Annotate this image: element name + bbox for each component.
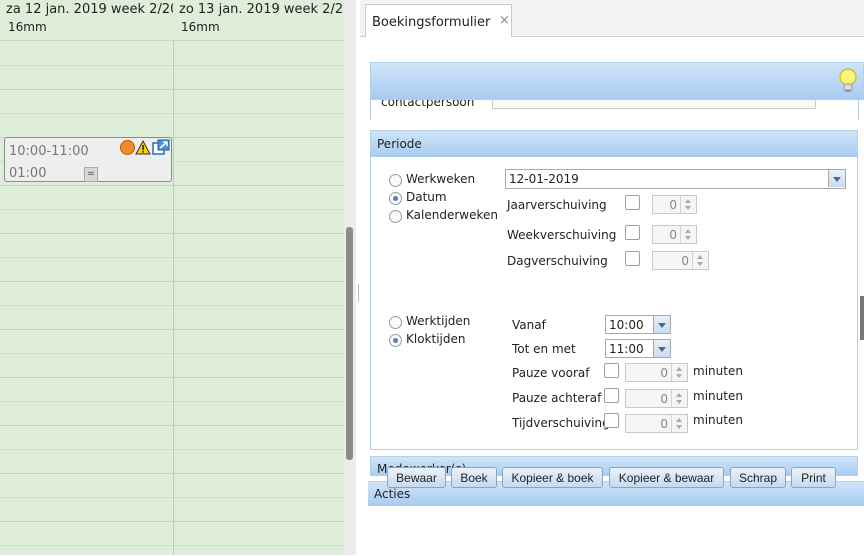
chevron-down-icon[interactable] xyxy=(828,170,845,187)
tab-bar: Boekingsformulier × xyxy=(360,0,864,37)
print-button[interactable]: Print xyxy=(791,467,836,488)
vanaf-select[interactable]: 10:00 xyxy=(605,315,671,334)
weekverschuiving-checkbox[interactable] xyxy=(625,225,640,240)
stepper-arrows[interactable] xyxy=(680,226,696,243)
pause-label: Pauze vooraf xyxy=(512,366,590,380)
radio-kalenderweken[interactable] xyxy=(389,210,402,223)
pause-label: Pauze achteraf xyxy=(512,391,602,405)
chevron-down-icon[interactable] xyxy=(653,340,670,357)
splitter-grip[interactable] xyxy=(358,284,359,302)
vanaf-value: 10:00 xyxy=(609,318,644,332)
kopieer-bewaar-button[interactable]: Kopieer & bewaar xyxy=(609,467,724,488)
shift-label: Jaarverschuiving xyxy=(507,198,607,212)
tijdverschuiving-checkbox[interactable] xyxy=(604,413,619,428)
radio-label: Kloktijden xyxy=(406,332,466,346)
day-header[interactable]: za 12 jan. 2019 week 2/20 16mm xyxy=(0,0,173,41)
status-circle-icon[interactable] xyxy=(120,140,135,155)
radio-label: Kalenderweken xyxy=(406,208,498,222)
day-subtitle: 16mm xyxy=(8,20,47,34)
tijdverschuiving-stepper[interactable]: 0 xyxy=(625,414,688,433)
tot-select[interactable]: 11:00 xyxy=(605,339,671,358)
day-subtitle: 16mm xyxy=(181,20,220,34)
day-title: za 12 jan. 2019 week 2/20 xyxy=(6,2,173,17)
periode-title: Periode xyxy=(377,137,422,151)
pauze-vooraf-checkbox[interactable] xyxy=(604,363,619,378)
stepper-value: 0 xyxy=(669,228,677,242)
stepper-value: 0 xyxy=(681,254,689,268)
pause-label: Tijdverschuiving xyxy=(512,416,610,430)
schrap-button[interactable]: Schrap xyxy=(730,467,786,488)
warning-icon[interactable] xyxy=(135,139,151,158)
tot-value: 11:00 xyxy=(609,342,644,356)
stepper-value: 0 xyxy=(660,366,668,380)
booking-panel: Boekingsformulier × contactpersoon Perio… xyxy=(360,0,864,556)
radio-label: Datum xyxy=(406,190,447,204)
tab-boekingsformulier[interactable]: Boekingsformulier × xyxy=(365,4,512,37)
stepper-arrows[interactable] xyxy=(692,252,708,269)
acties-panel: Acties xyxy=(368,481,864,556)
appointment-block[interactable]: 10:00-11:00 01:00 = xyxy=(4,137,172,182)
stepper-arrows[interactable] xyxy=(680,196,696,213)
dagverschuiving-stepper[interactable]: 0 xyxy=(652,251,709,270)
date-select[interactable]: 12-01-2019 xyxy=(505,169,846,189)
pauze-achteraf-stepper[interactable]: 0 xyxy=(625,389,688,408)
day-title: zo 13 jan. 2019 week 2/20 xyxy=(179,2,344,17)
unit-label: minuten xyxy=(693,413,743,427)
day-header[interactable]: zo 13 jan. 2019 week 2/20 16mm xyxy=(173,0,344,41)
unit-label: minuten xyxy=(693,364,743,378)
contact-field[interactable] xyxy=(492,100,816,109)
date-value: 12-01-2019 xyxy=(509,172,579,186)
calendar-view: za 12 jan. 2019 week 2/20 16mm zo 13 jan… xyxy=(0,0,344,555)
vanaf-label: Vanaf xyxy=(512,318,546,332)
weekverschuiving-stepper[interactable]: 0 xyxy=(652,225,697,244)
kopieer-boek-button[interactable]: Kopieer & boek xyxy=(502,467,603,488)
calendar-scrollbar[interactable] xyxy=(346,227,353,460)
contact-row: contactpersoon xyxy=(370,100,859,120)
jaarverschuiving-checkbox[interactable] xyxy=(625,195,640,210)
boek-button[interactable]: Boek xyxy=(451,467,497,488)
stepper-arrows[interactable] xyxy=(671,390,687,407)
stepper-value: 0 xyxy=(669,198,677,212)
radio-label: Werkweken xyxy=(406,172,476,186)
acties-title: Acties xyxy=(374,487,411,501)
shift-label: Weekverschuiving xyxy=(507,228,617,242)
stepper-arrows[interactable] xyxy=(671,364,687,381)
radio-werktijden[interactable] xyxy=(389,316,402,329)
bewaar-button[interactable]: Bewaar xyxy=(387,467,446,488)
stepper-arrows[interactable] xyxy=(671,415,687,432)
day-column[interactable]: za 12 jan. 2019 week 2/20 16mm xyxy=(0,0,174,555)
pauze-vooraf-stepper[interactable]: 0 xyxy=(625,363,688,382)
appointment-time: 10:00-11:00 xyxy=(9,144,89,159)
form-scrollbar[interactable] xyxy=(860,296,864,340)
lightbulb-icon[interactable] xyxy=(838,68,858,97)
stepper-value: 0 xyxy=(660,392,668,406)
day-column[interactable]: zo 13 jan. 2019 week 2/20 16mm xyxy=(173,0,344,555)
radio-werkweken[interactable] xyxy=(389,174,402,187)
external-link-icon[interactable] xyxy=(152,139,170,159)
radio-datum[interactable] xyxy=(389,192,402,205)
tot-label: Tot en met xyxy=(512,342,576,356)
chevron-down-icon[interactable] xyxy=(653,316,670,333)
appointment-duration: 01:00 xyxy=(9,166,47,181)
dagverschuiving-checkbox[interactable] xyxy=(625,251,640,266)
periode-header[interactable]: Periode xyxy=(371,131,857,157)
tab-label: Boekingsformulier xyxy=(372,15,491,30)
form-toolbar xyxy=(370,62,864,100)
shift-label: Dagverschuiving xyxy=(507,254,608,268)
resize-handle[interactable]: = xyxy=(84,167,98,182)
close-icon[interactable]: × xyxy=(499,13,510,28)
jaarverschuiving-stepper[interactable]: 0 xyxy=(652,195,697,214)
radio-kloktijden[interactable] xyxy=(389,334,402,347)
pauze-achteraf-checkbox[interactable] xyxy=(604,388,619,403)
stepper-value: 0 xyxy=(660,417,668,431)
unit-label: minuten xyxy=(693,389,743,403)
contact-label: contactpersoon xyxy=(381,100,475,109)
periode-panel: Periode Werkweken Datum Kalenderweken 12… xyxy=(370,130,858,450)
radio-label: Werktijden xyxy=(406,314,471,328)
